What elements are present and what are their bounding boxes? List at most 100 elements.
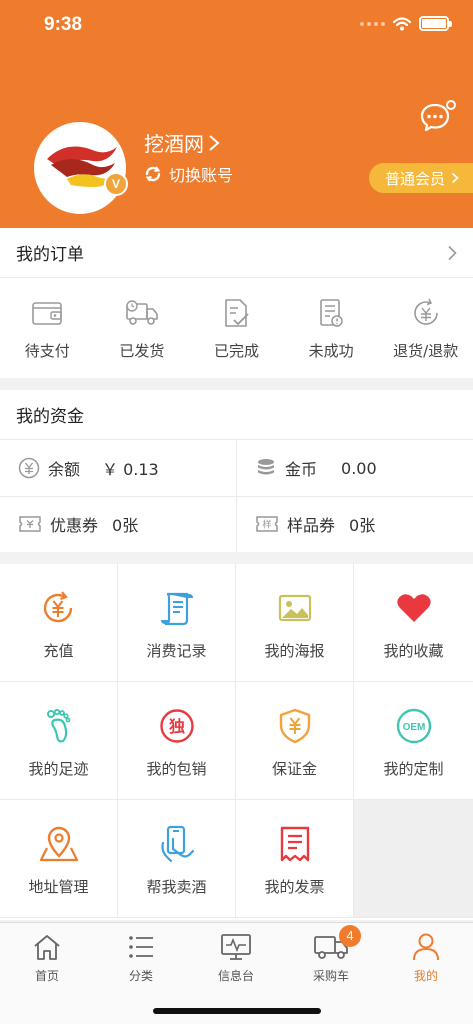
wallet-icon	[32, 302, 63, 325]
tab-label: 分类	[128, 969, 153, 983]
svg-text:样: 样	[262, 519, 271, 531]
tab-mine[interactable]: 我的	[379, 923, 473, 984]
chevron-right-icon	[209, 134, 220, 151]
fund-coupons[interactable]: 优惠券 0张	[18, 512, 138, 536]
service-label: 我的定制	[383, 760, 444, 778]
service-favorites[interactable]: 我的收藏	[354, 564, 473, 682]
sample-coupon-icon: 样	[256, 516, 278, 532]
service-customization[interactable]: OEM 我的定制	[354, 682, 473, 800]
tab-purchase-cart[interactable]: 采购车	[284, 923, 378, 984]
switch-account-label: 切换账号	[169, 166, 234, 185]
fund-value: 0.00	[341, 458, 377, 478]
service-consumption-record[interactable]: 消费记录	[118, 564, 236, 682]
service-label: 我的收藏	[383, 642, 444, 660]
status-icons	[360, 16, 452, 31]
location-icon	[39, 826, 78, 862]
monitor-icon	[221, 934, 251, 960]
service-deposit[interactable]: 保证金	[236, 682, 354, 800]
service-label: 帮我卖酒	[146, 878, 207, 896]
heart-icon	[396, 594, 431, 622]
svg-text:OEM: OEM	[402, 722, 425, 733]
funds-section-header: 我的资金	[0, 390, 473, 440]
service-poster[interactable]: 我的海报	[236, 564, 354, 682]
member-level-button[interactable]: 普通会员	[369, 163, 473, 193]
fund-value: ￥ 0.13	[102, 460, 159, 479]
order-item-label: 待支付	[24, 342, 70, 360]
tab-category[interactable]: 分类	[94, 923, 188, 984]
grid-empty-cell	[354, 800, 473, 918]
service-label: 保证金	[271, 760, 317, 778]
tab-home[interactable]: 首页	[0, 923, 94, 984]
order-item-label: 已发货	[119, 342, 165, 360]
order-item-label: 已完成	[213, 342, 259, 360]
yuan-circle-icon	[18, 457, 40, 479]
fund-sample-coupons[interactable]: 样 样品券 0张	[255, 512, 375, 536]
service-label: 充值	[43, 642, 74, 660]
coin-stack-icon	[258, 459, 274, 475]
cart-count-badge: 4	[339, 925, 361, 947]
service-label: 地址管理	[28, 878, 89, 896]
service-address[interactable]: 地址管理	[0, 800, 118, 918]
status-bar: 9:38	[0, 0, 473, 52]
orders-title: 我的订单	[16, 245, 84, 265]
battery-icon	[419, 16, 452, 31]
home-icon	[34, 935, 60, 960]
tab-label: 信息台	[217, 969, 254, 983]
order-pending-payment[interactable]: 待支付	[0, 278, 95, 378]
refresh-icon	[145, 166, 161, 182]
fund-label: 样品券	[287, 516, 336, 535]
order-item-label: 退货/退款	[393, 342, 459, 360]
service-label: 我的足迹	[28, 760, 89, 778]
image-icon	[278, 594, 311, 622]
tab-label: 采购车	[312, 969, 349, 983]
logo-icon	[37, 125, 123, 211]
user-icon	[413, 933, 439, 961]
avatar[interactable]	[34, 122, 126, 214]
service-invoice[interactable]: 我的发票	[236, 800, 354, 918]
divider	[0, 496, 473, 497]
service-sell-for-me[interactable]: 帮我卖酒	[118, 800, 236, 918]
orders-section-header[interactable]: 我的订单	[0, 228, 473, 278]
failed-icon	[320, 299, 343, 327]
exclusive-icon: 独	[159, 709, 194, 743]
username-link[interactable]: 挖酒网	[144, 128, 220, 157]
vip-badge: V	[104, 172, 128, 196]
coupon-icon	[19, 516, 41, 532]
refund-icon	[413, 298, 438, 325]
order-failed[interactable]: 未成功	[284, 278, 379, 378]
truck-icon	[126, 300, 158, 325]
order-shipped[interactable]: 已发货	[95, 278, 190, 378]
fund-value: 0张	[349, 516, 376, 535]
chevron-right-icon	[451, 172, 459, 184]
fund-label: 余额	[48, 460, 81, 479]
service-footprint[interactable]: 我的足迹	[0, 682, 118, 800]
funds-title: 我的资金	[16, 407, 84, 427]
completed-icon	[225, 299, 250, 327]
tab-info-desk[interactable]: 信息台	[189, 923, 283, 984]
tab-label: 首页	[34, 969, 59, 983]
fund-label: 优惠券	[50, 516, 99, 535]
fund-balance[interactable]: 余额 ￥ 0.13	[18, 456, 159, 480]
recharge-icon	[43, 591, 72, 623]
profile-header: 9:38 V 挖酒网 切换账号 普通会员	[0, 0, 473, 228]
svg-text:独: 独	[168, 717, 184, 736]
service-exclusive[interactable]: 独 我的包销	[118, 682, 236, 800]
wifi-icon	[393, 16, 411, 30]
order-completed[interactable]: 已完成	[189, 278, 284, 378]
switch-account-button[interactable]: 切换账号	[144, 162, 233, 186]
service-label: 消费记录	[146, 642, 207, 660]
username: 挖酒网	[144, 132, 204, 156]
service-recharge[interactable]: 充值	[0, 564, 118, 682]
order-refund[interactable]: 退货/退款	[378, 278, 473, 378]
fund-coins[interactable]: 金币 0.00	[255, 456, 377, 480]
signal-icon	[360, 21, 385, 26]
scroll-icon	[160, 592, 193, 626]
service-label: 我的包销	[146, 760, 207, 778]
list-icon	[129, 936, 153, 958]
home-indicator	[153, 1008, 321, 1014]
invoice-icon	[280, 826, 309, 862]
member-level-label: 普通会员	[385, 169, 446, 188]
order-item-label: 未成功	[308, 342, 354, 360]
chevron-right-icon	[448, 245, 457, 261]
services-grid: 充值 消费记录 我的海报 我的收藏 我的足迹 独 我的包销 保证金 OEM 我的…	[0, 564, 473, 920]
